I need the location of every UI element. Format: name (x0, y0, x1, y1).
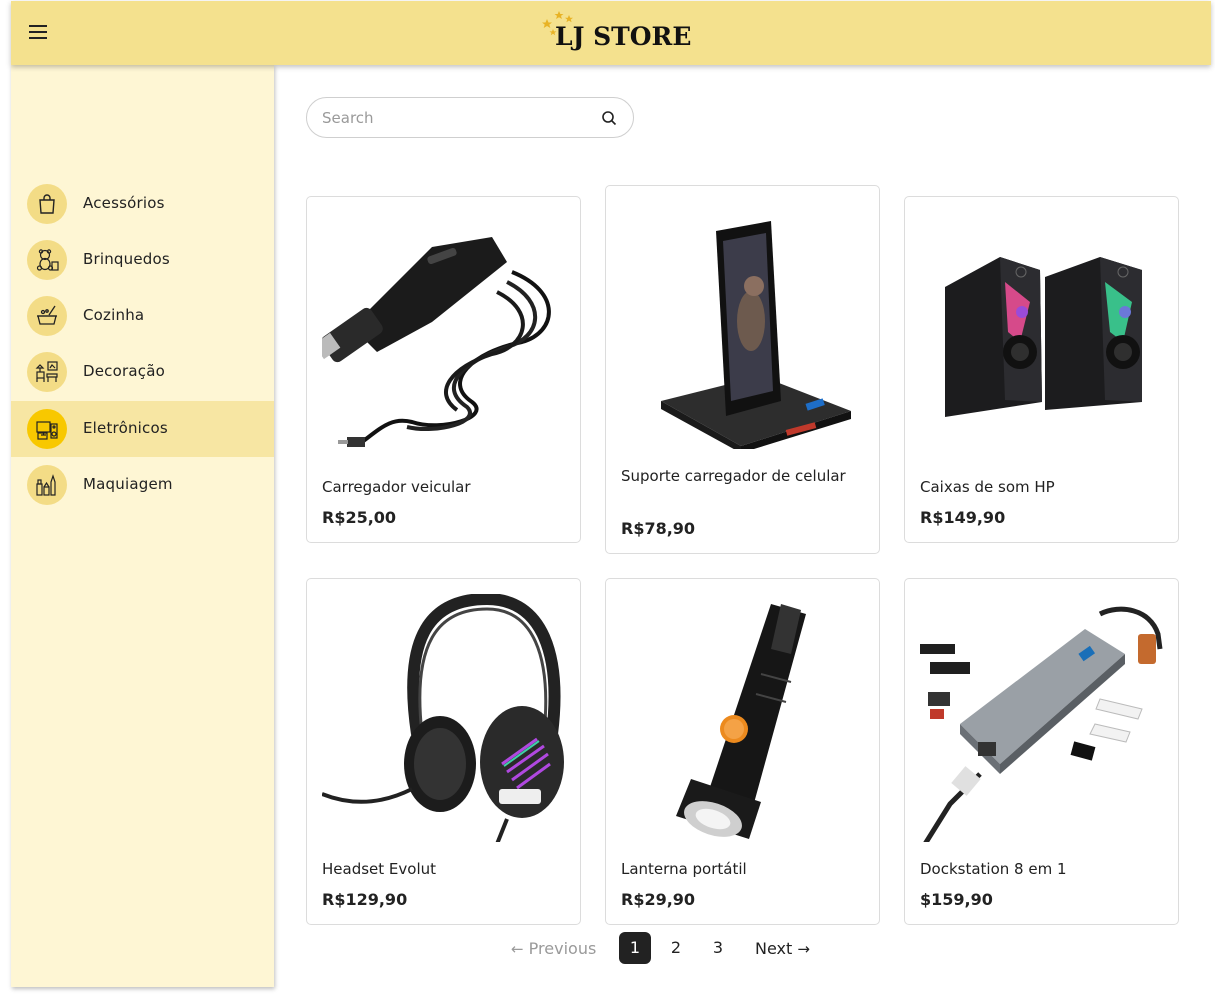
product-image (920, 594, 1164, 842)
search-bar (306, 97, 634, 138)
product-card[interactable]: Headset Evolut R$129,90 (306, 578, 581, 925)
brand-name: LJ STORE (555, 22, 692, 51)
product-price: R$78,90 (621, 519, 696, 538)
next-page-button[interactable]: Next → (755, 939, 810, 958)
brand-logo[interactable]: LJ STORE (539, 9, 699, 59)
product-name: Carregador veicular (322, 478, 471, 496)
hamburger-menu-icon[interactable] (29, 23, 51, 43)
product-card[interactable]: Dockstation 8 em 1 $159,90 (904, 578, 1179, 925)
sidebar-item-label: Brinquedos (83, 250, 170, 268)
makeup-icon (27, 465, 67, 505)
arrow-right-icon: → (797, 940, 810, 958)
product-card[interactable]: Carregador veicular R$25,00 (306, 196, 581, 543)
category-sidebar: Acessórios Brinquedos Cozinha Decoração … (11, 65, 274, 987)
sidebar-item-label: Acessórios (83, 194, 165, 212)
sidebar-item-maquiagem[interactable]: Maquiagem (11, 457, 274, 513)
previous-label: Previous (528, 939, 597, 958)
product-price: $159,90 (920, 890, 993, 909)
product-card[interactable]: Suporte carregador de celular R$78,90 (605, 185, 880, 554)
sidebar-item-cozinha[interactable]: Cozinha (11, 288, 274, 344)
sidebar-item-acessorios[interactable]: Acessórios (11, 176, 274, 232)
product-image (621, 594, 865, 842)
product-price: R$149,90 (920, 508, 1006, 527)
sidebar-item-decoracao[interactable]: Decoração (11, 344, 274, 400)
sidebar-item-label: Maquiagem (83, 475, 173, 493)
page-button-1[interactable]: 1 (619, 932, 651, 964)
cooking-pot-icon (27, 296, 67, 336)
page-button-2[interactable]: 2 (660, 932, 692, 964)
pagination: ← Previous 1 2 3 Next → (507, 932, 827, 964)
product-card[interactable]: Lanterna portátil R$29,90 (605, 578, 880, 925)
product-image (920, 212, 1164, 460)
product-image (322, 212, 566, 460)
sidebar-item-label: Eletrônicos (83, 419, 168, 437)
search-input[interactable] (322, 108, 582, 128)
teddy-bear-icon (27, 240, 67, 280)
app-header: LJ STORE (11, 1, 1211, 65)
arrow-left-icon: ← (511, 940, 524, 958)
product-card[interactable]: Caixas de som HP R$149,90 (904, 196, 1179, 543)
product-image (621, 201, 865, 449)
product-name: Lanterna portátil (621, 860, 747, 878)
page-button-3[interactable]: 3 (702, 932, 734, 964)
product-price: R$129,90 (322, 890, 408, 909)
product-name: Caixas de som HP (920, 478, 1055, 496)
shopping-bag-icon (27, 184, 67, 224)
product-image (322, 594, 566, 842)
next-label: Next (755, 939, 793, 958)
sidebar-item-label: Cozinha (83, 306, 145, 324)
product-price: R$25,00 (322, 508, 397, 527)
product-price: R$29,90 (621, 890, 696, 909)
electronics-icon (27, 409, 67, 449)
sidebar-item-brinquedos[interactable]: Brinquedos (11, 232, 274, 288)
product-name: Suporte carregador de celular (621, 467, 846, 485)
previous-page-button[interactable]: ← Previous (511, 939, 596, 958)
product-name: Dockstation 8 em 1 (920, 860, 1067, 878)
home-decor-icon (27, 352, 67, 392)
product-name: Headset Evolut (322, 860, 437, 878)
sidebar-item-label: Decoração (83, 362, 165, 380)
search-icon[interactable] (601, 110, 617, 126)
sidebar-item-eletronicos[interactable]: Eletrônicos (11, 401, 274, 457)
